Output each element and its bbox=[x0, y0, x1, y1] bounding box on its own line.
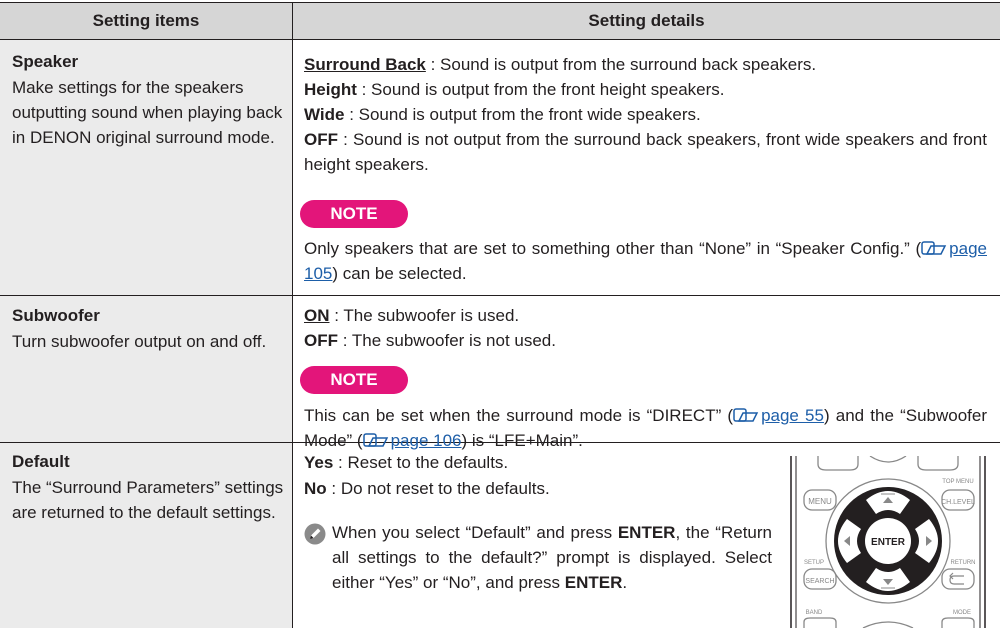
option-text: : Sound is output from the front height … bbox=[356, 80, 725, 99]
option-label: Surround Back bbox=[304, 55, 426, 74]
option-text: : Do not reset to the defaults. bbox=[326, 479, 550, 498]
setup-label: SETUP bbox=[804, 560, 824, 566]
subwoofer-description: Turn subwoofer output on and off. bbox=[12, 332, 267, 351]
band-label: BAND bbox=[806, 610, 823, 616]
mode-label: MODE bbox=[953, 610, 971, 616]
note-text: Only speakers that are set to something … bbox=[304, 239, 922, 258]
page-reference-icon bbox=[362, 433, 388, 447]
header-divider bbox=[0, 39, 1000, 40]
option-label: OFF bbox=[304, 130, 338, 149]
option-text: : The subwoofer is not used. bbox=[338, 331, 556, 350]
ch-level-label: CH.LEVEL bbox=[941, 499, 975, 506]
column-divider bbox=[292, 3, 293, 628]
note-badge: NOTE bbox=[300, 200, 408, 228]
header-setting-details: Setting details bbox=[293, 3, 1000, 39]
search-label: SEARCH bbox=[805, 578, 834, 585]
return-label: RETURN bbox=[951, 560, 976, 566]
default-note-text: When you select “Default” and press ENTE… bbox=[332, 520, 772, 595]
option-text: : Sound is not output from the surround … bbox=[304, 130, 987, 174]
default-option-yes: Yes : Reset to the defaults. bbox=[304, 450, 508, 475]
subwoofer-option-off: OFF : The subwoofer is not used. bbox=[304, 328, 556, 353]
note-text: When you select “Default” and press bbox=[332, 523, 618, 542]
note-text: This can be set when the surround mode i… bbox=[304, 406, 734, 425]
pencil-icon bbox=[304, 523, 326, 545]
enter-key-label: ENTER bbox=[617, 523, 676, 542]
header-setting-items: Setting items bbox=[0, 3, 292, 39]
top-menu-label: TOP MENU bbox=[942, 479, 973, 485]
subwoofer-option-on: ON : The subwoofer is used. bbox=[304, 303, 519, 328]
default-title: Default bbox=[12, 452, 70, 471]
option-label: OFF bbox=[304, 331, 338, 350]
speaker-option-height: Height : Sound is output from the front … bbox=[304, 77, 725, 102]
enter-label: ENTER bbox=[871, 537, 906, 548]
note-text: . bbox=[622, 573, 628, 592]
settings-table: Setting items Setting details Speaker Ma… bbox=[0, 0, 1000, 628]
subwoofer-note-text: This can be set when the surround mode i… bbox=[304, 403, 987, 453]
speaker-option-off: OFF : Sound is not output from the surro… bbox=[304, 127, 987, 177]
option-label: No bbox=[304, 479, 327, 498]
note-text: ) can be selected. bbox=[332, 264, 467, 283]
table-top-border bbox=[0, 2, 1000, 3]
row-divider bbox=[0, 295, 1000, 296]
option-text: : Sound is output from the front wide sp… bbox=[344, 105, 701, 124]
page-link[interactable]: page 55 bbox=[761, 406, 824, 425]
default-option-no: No : Do not reset to the defaults. bbox=[304, 476, 550, 501]
option-label: Yes bbox=[304, 453, 334, 472]
speaker-option-surround-back: Surround Back : Sound is output from the… bbox=[304, 52, 816, 77]
page-link[interactable]: page 106 bbox=[391, 431, 462, 450]
subwoofer-title: Subwoofer bbox=[12, 306, 100, 325]
note-text: ) is “LFE+Main”. bbox=[461, 431, 583, 450]
remote-control-illustration: MENU TOP MENU CH.LEVEL SETUP SEARCH RETU… bbox=[788, 456, 988, 628]
default-description: The “Surround Parameters” settings are r… bbox=[12, 478, 284, 522]
menu-label: MENU bbox=[808, 497, 832, 506]
page-reference-icon bbox=[921, 241, 947, 255]
option-label: ON bbox=[304, 306, 330, 325]
enter-key-label: ENTER bbox=[564, 573, 623, 592]
note-badge: NOTE bbox=[300, 366, 408, 394]
option-label: Height bbox=[304, 80, 357, 99]
speaker-description: Make settings for the speakers outputtin… bbox=[12, 78, 283, 147]
option-label: Wide bbox=[304, 105, 345, 124]
option-text: : The subwoofer is used. bbox=[329, 306, 520, 325]
option-text: : Reset to the defaults. bbox=[333, 453, 509, 472]
speaker-title: Speaker bbox=[12, 52, 79, 71]
page-reference-icon bbox=[733, 408, 759, 422]
option-text: : Sound is output from the surround back… bbox=[425, 55, 817, 74]
speaker-option-wide: Wide : Sound is output from the front wi… bbox=[304, 102, 701, 127]
speaker-note-text: Only speakers that are set to something … bbox=[304, 236, 987, 286]
